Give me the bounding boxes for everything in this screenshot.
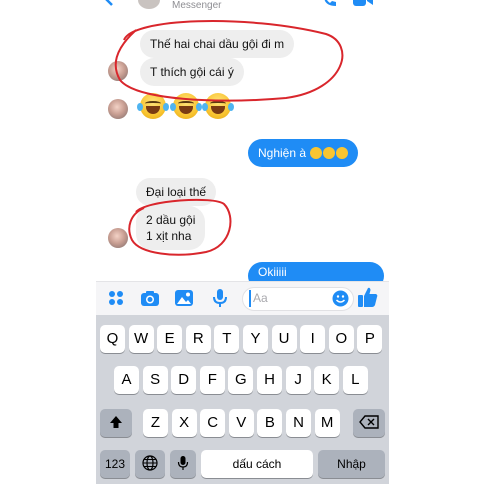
key-n[interactable]: N [286,409,311,437]
laughing-emoji-icon [137,93,169,119]
shift-icon [110,416,122,428]
message-input[interactable]: Aa [242,287,354,311]
message-line: 2 dầu gội [146,213,196,227]
incoming-message[interactable]: Thế hai chai dầu gội đi m [140,30,295,58]
contact-avatar[interactable] [138,0,160,9]
sender-avatar[interactable] [108,61,128,81]
key-d[interactable]: D [171,366,197,394]
sender-avatar[interactable] [108,99,128,119]
key-x[interactable]: X [171,409,197,437]
text-caret [249,290,251,307]
back-arrow-icon[interactable] [102,0,116,6]
outgoing-message-text: Nghiện à [258,146,307,160]
key-a[interactable]: A [114,366,139,394]
keyboard: QWERTYUIOP ASDFGHJKL ZXCVBNM 123 dấu các… [96,315,389,484]
mic-key-icon [177,456,189,470]
laughing-emoji-icon [170,93,202,119]
return-key[interactable]: Nhập [318,450,385,478]
microphone-icon[interactable] [210,288,230,308]
message-line: 1 xịt nha [146,229,192,243]
key-z[interactable]: Z [143,409,168,437]
messenger-screen: Messenger Thế hai chai dầu gội đi m T th… [96,0,389,484]
globe-key[interactable] [135,450,165,478]
laughing-emoji-icon [336,147,349,159]
key-c[interactable]: C [200,409,226,437]
laughing-emoji-icon [323,147,336,159]
laughing-emoji-icon [202,93,234,119]
shift-key[interactable] [100,409,132,437]
key-t[interactable]: T [214,325,240,353]
video-icon[interactable] [353,0,373,8]
key-g[interactable]: G [228,366,254,394]
key-j[interactable]: J [285,366,311,394]
key-v[interactable]: V [228,409,254,437]
composer-bar: Aa [96,281,389,315]
camera-icon[interactable] [140,288,160,308]
space-key[interactable]: dấu cách [201,450,313,478]
chat-header: Messenger [96,0,389,14]
key-q[interactable]: Q [100,325,125,353]
key-b[interactable]: B [257,409,283,437]
incoming-message[interactable]: 2 dầu gội 1 xịt nha [136,206,206,250]
emoji-icon[interactable] [332,290,349,307]
numbers-key[interactable]: 123 [100,450,130,478]
gallery-icon[interactable] [174,288,194,308]
sender-avatar[interactable] [108,228,128,248]
key-y[interactable]: Y [243,325,268,353]
key-o[interactable]: O [328,325,354,353]
key-p[interactable]: P [357,325,383,353]
header-subtitle: Messenger [172,0,222,11]
key-i[interactable]: I [300,325,326,353]
incoming-message[interactable]: Đại loại thế [136,178,217,206]
message-input-placeholder: Aa [253,291,268,305]
key-f[interactable]: F [199,366,225,394]
outgoing-message[interactable]: Nghiện à [248,139,359,167]
outgoing-message-text: Okiiiii [258,265,287,279]
phone-icon[interactable] [322,0,338,8]
backspace-icon [359,415,379,429]
key-r[interactable]: R [185,325,211,353]
key-k[interactable]: K [314,366,340,394]
backspace-key[interactable] [353,409,385,437]
globe-icon [142,455,158,471]
key-e[interactable]: E [157,325,183,353]
laughing-emoji-icon [310,147,323,159]
key-s[interactable]: S [142,366,168,394]
dictation-key[interactable] [170,450,196,478]
key-l[interactable]: L [342,366,368,394]
key-m[interactable]: M [314,409,340,437]
incoming-message[interactable]: T thích gội cái ý [140,58,244,86]
key-u[interactable]: U [271,325,297,353]
apps-icon[interactable] [106,288,126,308]
key-w[interactable]: W [128,325,154,353]
thumbs-up-icon[interactable] [357,286,379,308]
key-h[interactable]: H [257,366,282,394]
